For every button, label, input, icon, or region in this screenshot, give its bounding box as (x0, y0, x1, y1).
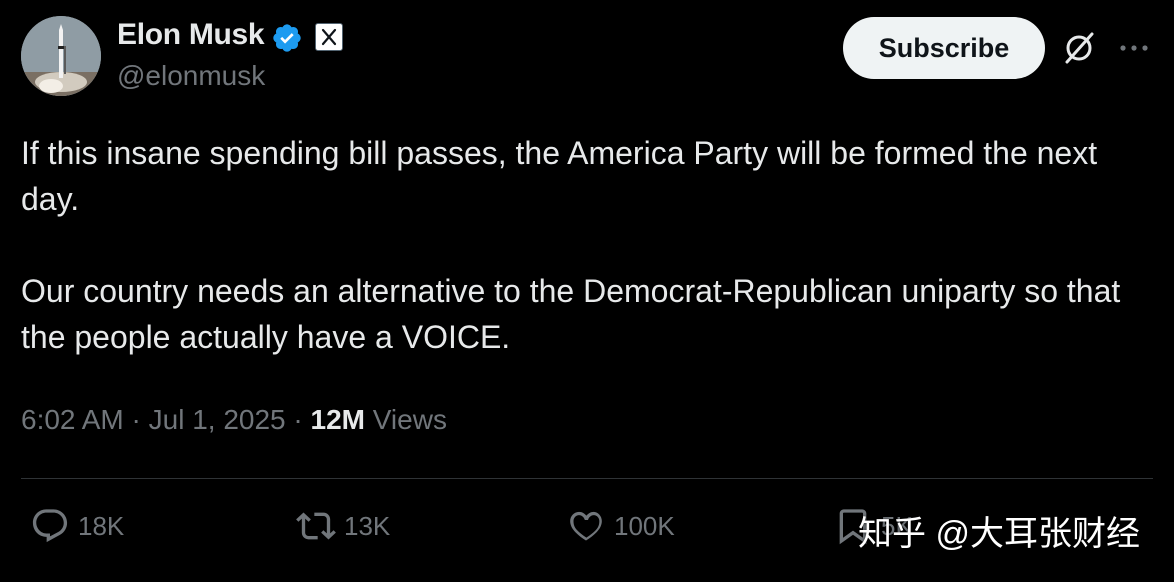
meta-separator: · (131, 404, 141, 435)
like-button[interactable]: 100K (566, 506, 675, 546)
repost-button[interactable]: 13K (296, 506, 390, 546)
avatar[interactable] (21, 16, 101, 96)
views-label: Views (372, 404, 447, 435)
verified-check-icon[interactable] (271, 22, 303, 54)
meta-separator: · (293, 404, 303, 435)
tweet-text: If this insane spending bill passes, the… (21, 130, 1151, 360)
rocket-launch-image (21, 16, 101, 96)
repost-icon (296, 512, 336, 540)
reply-button[interactable]: 18K (30, 506, 124, 546)
tweet-meta: 6:02 AM · Jul 1, 2025 · 12M Views (21, 404, 447, 436)
reply-icon (32, 509, 68, 543)
tweet-time[interactable]: 6:02 AM (21, 404, 124, 435)
display-name[interactable]: Elon Musk (117, 18, 265, 52)
heart-icon (570, 511, 602, 541)
tweet-paragraph: If this insane spending bill passes, the… (21, 135, 1098, 217)
repost-count: 13K (344, 510, 391, 541)
tweet-date[interactable]: Jul 1, 2025 (149, 404, 286, 435)
views-count: 12M (310, 404, 365, 435)
tweet-paragraph: Our country needs an alternative to the … (21, 273, 1121, 355)
divider (21, 478, 1153, 479)
x-logo-glyph (321, 28, 337, 46)
watermark-text: 知乎 @大耳张财经 (858, 515, 1140, 553)
grok-icon[interactable] (1061, 30, 1097, 66)
author-handle[interactable]: @elonmusk (117, 60, 265, 92)
reply-count: 18K (78, 510, 125, 541)
x-logo-icon[interactable] (315, 23, 343, 51)
subscribe-button[interactable]: Subscribe (843, 17, 1045, 79)
more-horizontal-icon[interactable] (1117, 38, 1151, 58)
like-count: 100K (614, 510, 675, 541)
